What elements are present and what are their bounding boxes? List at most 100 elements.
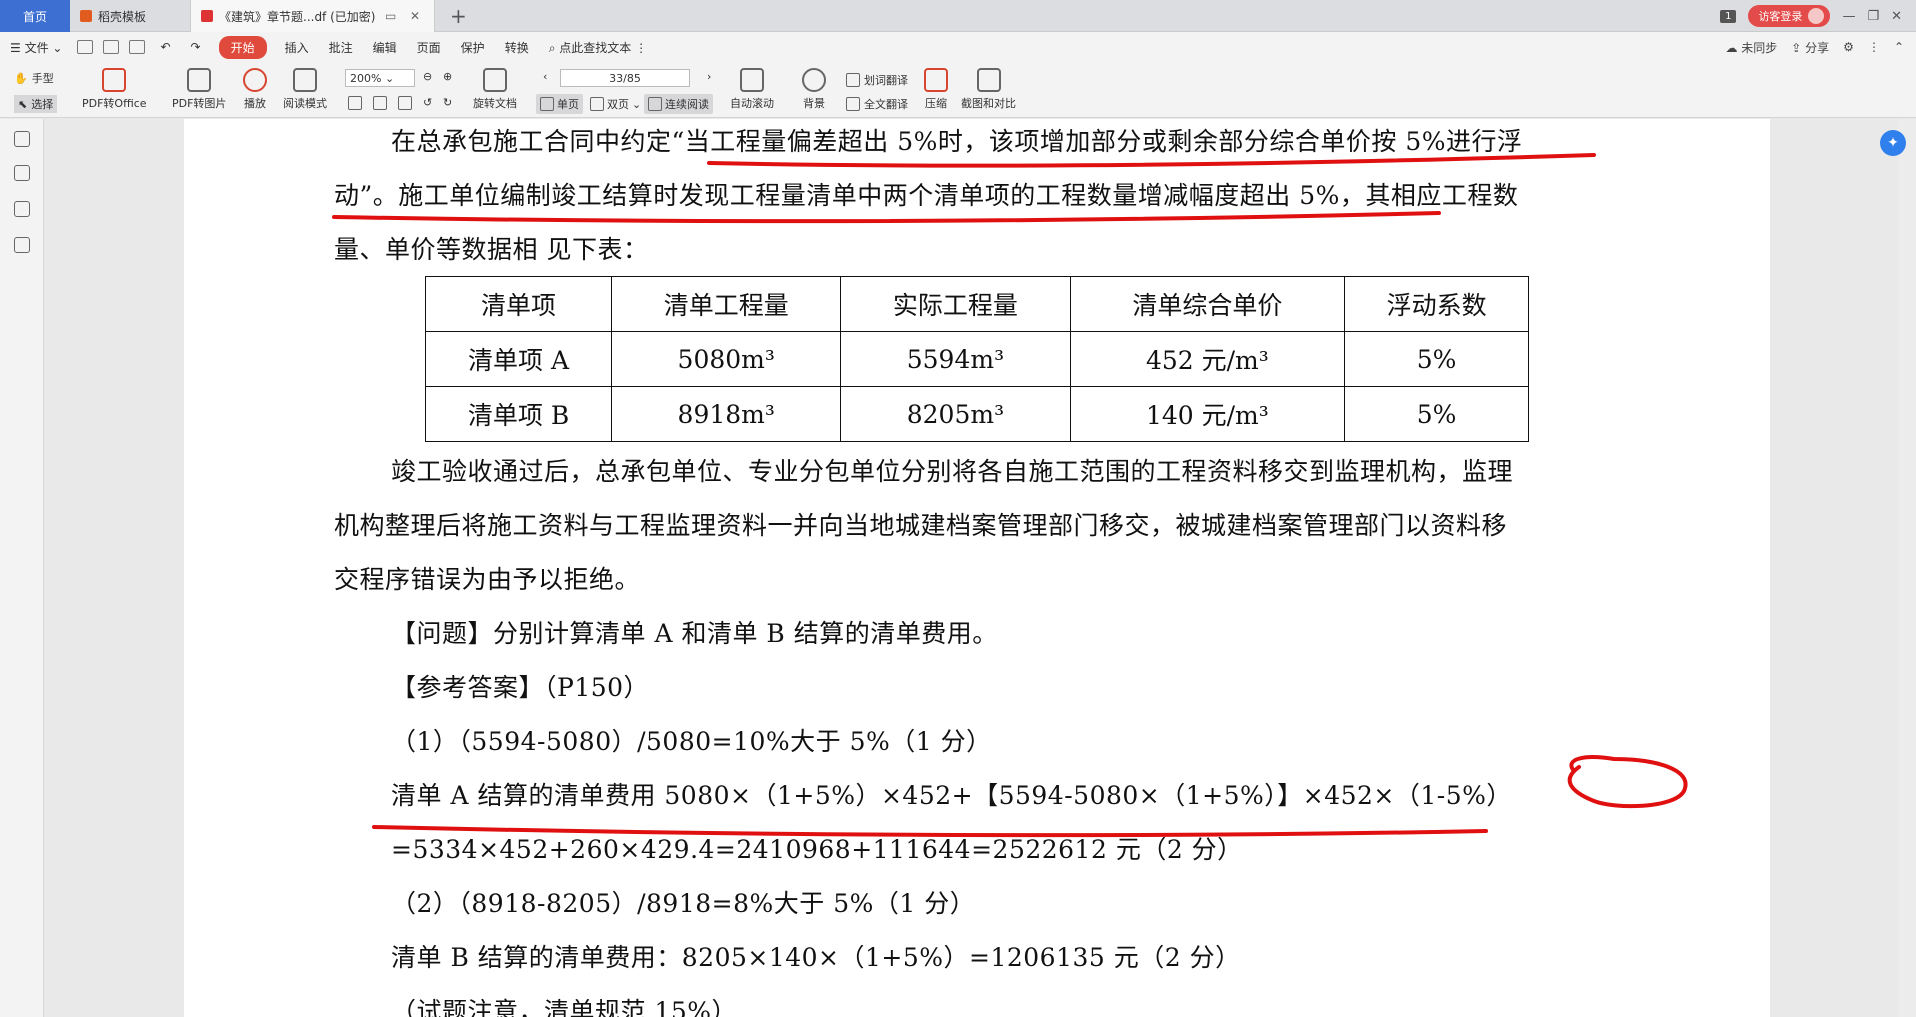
settings-icon[interactable]: ⚙ (1843, 40, 1854, 54)
moon-icon (802, 68, 826, 92)
full-translate-button[interactable]: 全文翻译 (846, 96, 908, 112)
document-page: 在总承包施工合同中约定“当工程量偏差超出 5%时，该项增加部分或剩余部分综合单价… (184, 119, 1770, 1017)
auto-scroll-icon (740, 68, 764, 92)
full-translate-label: 全文翻译 (864, 98, 908, 111)
share-label: 分享 (1805, 40, 1830, 55)
new-tab-button[interactable]: + (450, 4, 467, 28)
word-translate-icon (846, 73, 860, 87)
redo-icon[interactable]: ↷ (181, 40, 211, 54)
print-icon[interactable] (129, 40, 146, 54)
compress-button[interactable]: 压缩 (924, 68, 948, 111)
sync-status[interactable]: ☁ 未同步 (1725, 39, 1777, 56)
underline-annotation-1 (707, 153, 1596, 168)
open-icon[interactable] (77, 40, 94, 54)
left-sidebar (0, 119, 44, 1017)
zoom-select[interactable]: 200% ⌄ (345, 69, 415, 87)
single-page-button[interactable]: 单页 (536, 94, 583, 114)
tab-close-icon[interactable]: ✕ (406, 9, 424, 23)
auto-scroll-button[interactable]: 自动滚动 (730, 68, 774, 111)
menu-bar: ☰ 文件 ⌄ ↶ ↷ 开始 插入 批注 编辑 页面 保护 转换 ⌕ 点此查找文本… (0, 32, 1916, 62)
tab-home[interactable]: 首页 (0, 0, 70, 32)
tab-home-label: 首页 (22, 9, 47, 24)
window-count-badge[interactable]: 1 (1720, 9, 1737, 23)
sync-label: 未同步 (1741, 40, 1778, 55)
pdf-to-office-label: PDF转Office (82, 97, 147, 110)
login-button[interactable]: 访客登录 (1748, 5, 1831, 27)
rotate-document-icon (483, 68, 507, 92)
continuous-read-label: 连续阅读 (665, 98, 709, 111)
page-number-input[interactable]: 33/85 (560, 69, 690, 87)
more-icon[interactable]: ⋮ (1868, 40, 1880, 54)
fit-page-icon[interactable] (348, 96, 362, 110)
double-page-button[interactable]: 双页 ⌄ (586, 94, 645, 114)
continuous-read-icon (648, 97, 662, 111)
read-mode-icon (293, 68, 317, 92)
play-label: 播放 (244, 97, 266, 110)
image-icon[interactable] (14, 165, 30, 181)
pdf-to-image-label: PDF转图片 (172, 97, 227, 110)
menu-edit[interactable]: 编辑 (363, 39, 407, 56)
read-mode-button[interactable]: 阅读模式 (283, 68, 327, 111)
docer-icon (80, 10, 92, 22)
read-mode-label: 阅读模式 (283, 97, 327, 110)
search-text[interactable]: ⌕ 点此查找文本 ⋮ (539, 39, 657, 56)
page-number-value: 33/85 (609, 72, 641, 85)
tab-pdf-document[interactable]: 《建筑》章节题...df (已加密) ▭ ✕ (190, 0, 435, 32)
continuous-read-button[interactable]: 连续阅读 (644, 94, 713, 114)
save-icon[interactable] (103, 40, 120, 54)
tab-template[interactable]: 稻壳模板 (70, 0, 190, 32)
rotate-right-icon[interactable]: ↻ (443, 96, 452, 109)
pdf-icon (201, 10, 213, 22)
fit-width-icon[interactable] (373, 96, 387, 110)
menu-convert[interactable]: 转换 (495, 39, 539, 56)
next-page-icon[interactable]: › (707, 70, 711, 83)
menu-file[interactable]: ☰ 文件 ⌄ (0, 39, 72, 56)
close-window-icon[interactable]: ✕ (1891, 9, 1902, 24)
window-controls: 1 访客登录 — ❐ ✕ (1720, 0, 1916, 32)
bookmark-icon[interactable] (14, 201, 30, 217)
undo-icon[interactable]: ↶ (150, 40, 180, 54)
actual-size-icon[interactable] (398, 96, 412, 110)
thumbnail-icon[interactable] (14, 131, 30, 147)
cursor-icon: ⬉ (18, 97, 28, 111)
tab-bar: 首页 稻壳模板 《建筑》章节题...df (已加密) ▭ ✕ + 1 访客登录 … (0, 0, 1916, 32)
word-translate-button[interactable]: 划词翻译 (846, 72, 908, 88)
pdf-to-office-button[interactable]: PDF转Office (82, 68, 147, 111)
screenshot-icon (976, 68, 1001, 92)
screenshot-label: 截图和对比 (961, 97, 1016, 110)
background-button[interactable]: 背景 (802, 68, 826, 111)
avatar (1808, 8, 1825, 24)
tab-pin-icon[interactable]: ▭ (381, 9, 400, 23)
play-button[interactable]: 播放 (243, 68, 267, 111)
pdf-to-office-icon (102, 68, 127, 92)
tab-pdf-label: 《建筑》章节题...df (已加密) (219, 9, 376, 24)
zoom-out-icon[interactable]: ⊖ (423, 70, 432, 83)
zoom-in-icon[interactable]: ⊕ (443, 70, 452, 83)
menu-start[interactable]: 开始 (218, 35, 267, 59)
pdf-to-image-button[interactable]: PDF转图片 (172, 68, 226, 111)
attachment-icon[interactable] (14, 237, 30, 253)
play-icon (243, 68, 267, 92)
rotate-left-icon[interactable]: ↺ (423, 96, 432, 109)
hand-tool[interactable]: ✋ 手型 (14, 70, 54, 86)
vertical-scrollbar[interactable] (1898, 119, 1916, 1017)
prev-page-icon[interactable]: ‹ (543, 70, 547, 83)
minimize-icon[interactable]: — (1842, 9, 1855, 24)
rotate-document-label: 旋转文档 (473, 97, 517, 110)
screenshot-compare-button[interactable]: 截图和对比 (961, 68, 1016, 111)
rotate-document-button[interactable]: 旋转文档 (473, 68, 517, 111)
restore-icon[interactable]: ❐ (1867, 9, 1879, 24)
hand-label: 手型 (31, 72, 54, 85)
pdf-to-image-icon (187, 68, 212, 92)
share-button[interactable]: ⇪ 分享 (1791, 39, 1829, 56)
full-translate-icon (846, 97, 860, 111)
select-tool[interactable]: ⬉ 选择 (14, 95, 58, 113)
menu-annotate[interactable]: 批注 (319, 39, 363, 56)
double-page-label: 双页 (607, 98, 629, 111)
search-text-label: 点此查找文本 (559, 40, 632, 55)
menu-insert[interactable]: 插入 (275, 39, 319, 56)
menu-page[interactable]: 页面 (407, 39, 451, 56)
collapse-icon[interactable]: ⌃ (1894, 40, 1904, 54)
menu-protect[interactable]: 保护 (451, 39, 495, 56)
assistant-icon[interactable]: ✦ (1880, 130, 1906, 156)
